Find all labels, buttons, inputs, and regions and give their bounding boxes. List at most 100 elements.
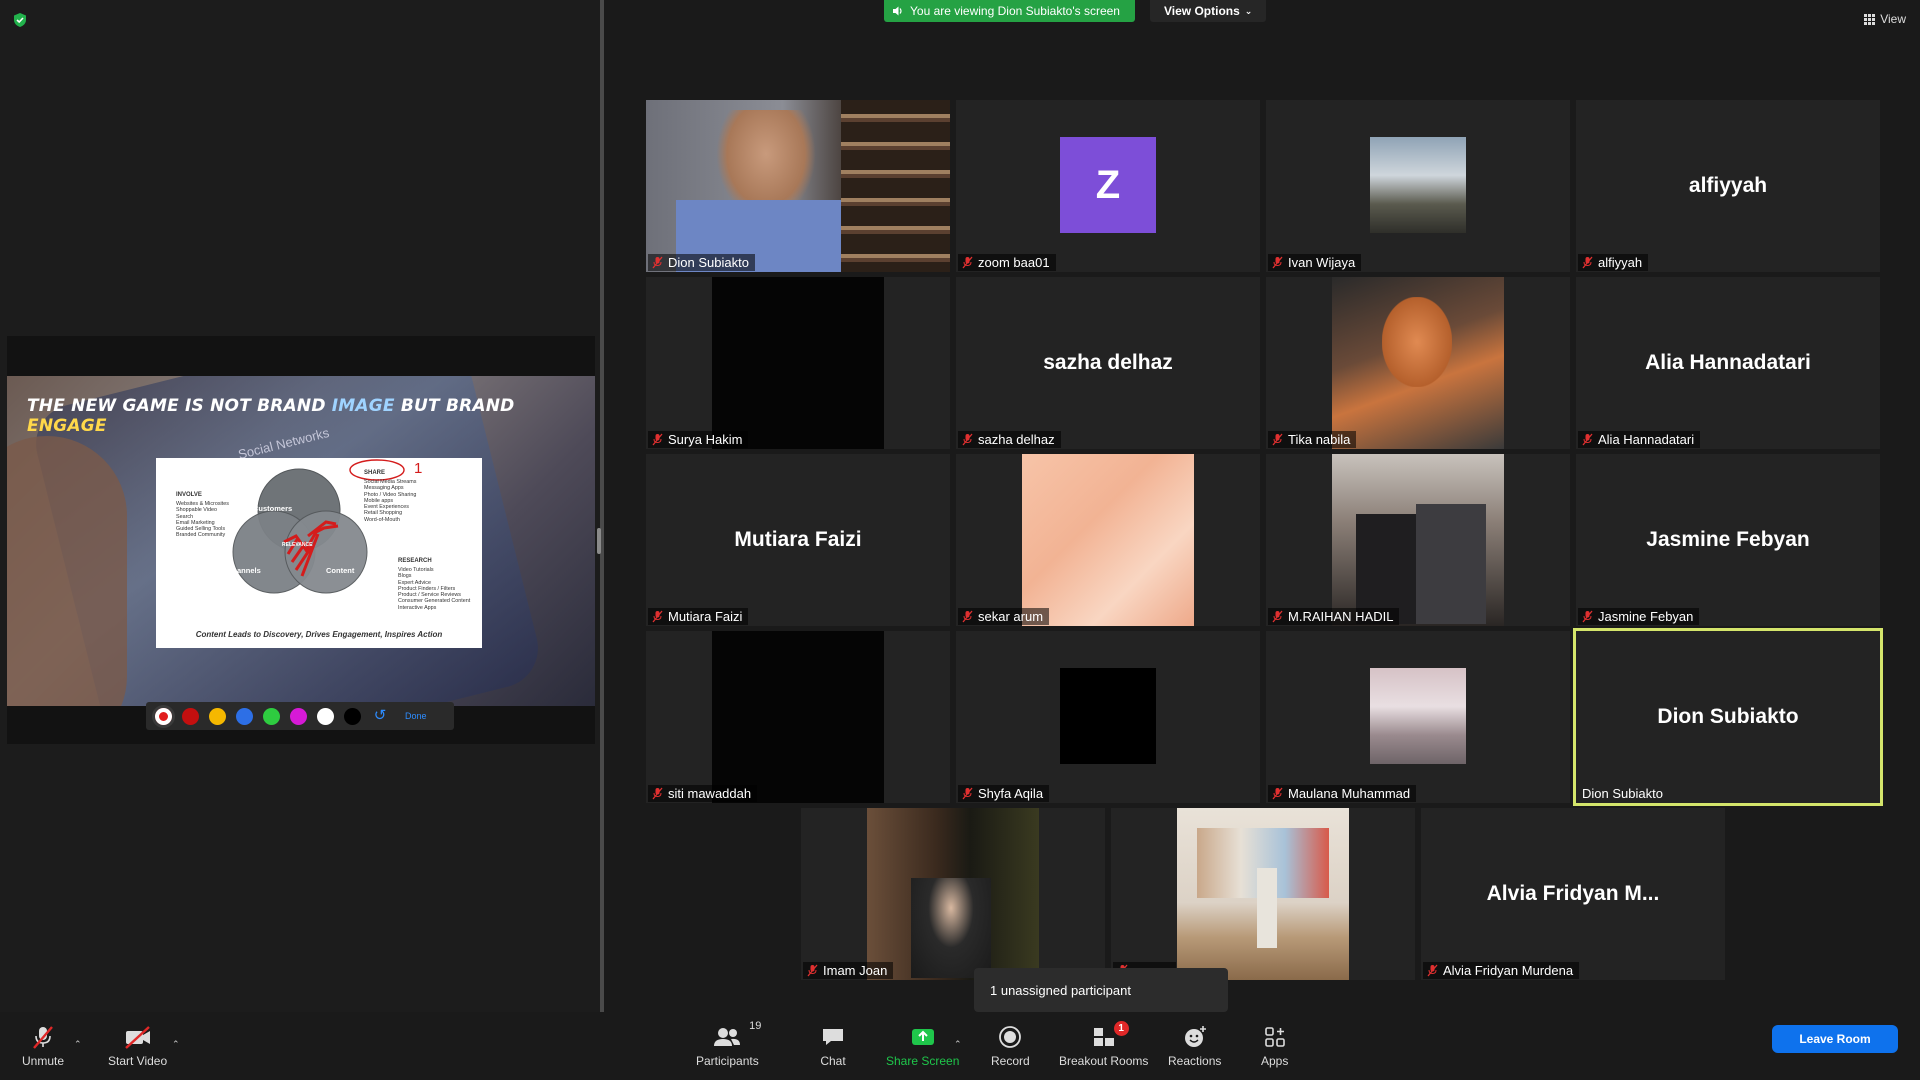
- view-options-dropdown[interactable]: View Options ⌄: [1150, 0, 1267, 22]
- chat-button[interactable]: Chat: [820, 1024, 846, 1068]
- color-darkred[interactable]: [182, 707, 199, 725]
- reactions-button[interactable]: Reactions: [1168, 1024, 1221, 1068]
- breakout-rooms-label: Breakout Rooms: [1059, 1054, 1149, 1068]
- viewing-screen-banner: You are viewing Dion Subiakto's screen: [884, 0, 1135, 22]
- participant-tile[interactable]: Dion Subiakto: [646, 100, 950, 272]
- bookshelf: [841, 100, 950, 272]
- participant-display-name: Alia Hannadatari: [1645, 351, 1811, 374]
- participant-name-tag: sekar arum: [958, 608, 1050, 625]
- participant-name: zoom baa01: [978, 255, 1050, 270]
- start-video-button[interactable]: Start Video: [108, 1024, 167, 1068]
- leave-room-button[interactable]: Leave Room: [1772, 1025, 1898, 1053]
- participant-name: siti mawaddah: [668, 786, 752, 801]
- chevron-down-icon: ⌄: [1244, 5, 1253, 16]
- breakout-rooms-button[interactable]: 1 Breakout Rooms: [1059, 1021, 1149, 1068]
- color-green[interactable]: [263, 707, 280, 725]
- color-white[interactable]: [317, 707, 334, 725]
- participant-tile[interactable]: sekar arum: [956, 454, 1260, 626]
- participant-name: sekar arum: [978, 609, 1044, 624]
- annotation-done-button[interactable]: Done: [405, 711, 427, 721]
- microphone-muted-icon: [1582, 256, 1593, 269]
- participant-figure: [911, 878, 991, 978]
- microphone-muted-icon: [652, 433, 663, 446]
- color-red-selected[interactable]: [155, 707, 172, 725]
- participant-display-name: Jasmine Febyan: [1646, 528, 1810, 551]
- involve-heading: INVOLVE: [176, 492, 202, 498]
- participant-tile[interactable]: Surya Hakim: [646, 277, 950, 449]
- breakout-rooms-badge: 1: [1113, 1021, 1129, 1036]
- record-button[interactable]: Record: [991, 1024, 1030, 1068]
- participant-tile[interactable]: Tika nabila: [1266, 277, 1570, 449]
- unassigned-participant-tooltip: 1 unassigned participant: [974, 968, 1228, 1020]
- participant-name: Imam Joan: [823, 963, 888, 978]
- participant-name: Shyfa Aqila: [978, 786, 1044, 801]
- share-heading: SHARE: [364, 470, 386, 476]
- chat-icon: [823, 1029, 843, 1045]
- participant-tile[interactable]: siti mawaddah: [646, 631, 950, 803]
- participant-tile[interactable]: M.RAIHAN HADIL: [1266, 454, 1570, 626]
- unmute-button[interactable]: Unmute: [22, 1024, 64, 1068]
- audio-options-caret[interactable]: ⌃: [74, 1039, 82, 1050]
- participant-name: Dion Subiakto: [1582, 786, 1663, 801]
- color-yellow[interactable]: [209, 707, 226, 725]
- participant-name-tag: M.RAIHAN HADIL: [1268, 608, 1400, 625]
- split-divider-handle[interactable]: [597, 528, 601, 554]
- microphone-muted-icon: [33, 1026, 53, 1049]
- participant-tile[interactable]: Shyfa Aqila: [956, 631, 1260, 803]
- participant-tile[interactable]: Ivan Wijaya: [1266, 100, 1570, 272]
- participant-tile[interactable]: Dion Subiakto Dion Subiakto: [1573, 628, 1883, 806]
- participant-tile[interactable]: Zzoom baa01: [956, 100, 1260, 272]
- participant-photo: [1370, 668, 1466, 764]
- participant-name: sazha delhaz: [978, 432, 1055, 447]
- participant-name-tag: Ivan Wijaya: [1268, 254, 1362, 271]
- participant-display-name: Dion Subiakto: [1657, 705, 1799, 728]
- share-screen-button[interactable]: Share Screen: [886, 1024, 959, 1068]
- participant-tile[interactable]: ngrum: [1111, 808, 1415, 980]
- venn-diagram-card: Customers Channels Content RELEVANCE INV…: [156, 458, 482, 648]
- split-divider[interactable]: [600, 0, 604, 1028]
- share-screen-label: Share Screen: [886, 1054, 960, 1068]
- microphone-muted-icon: [1582, 433, 1593, 446]
- participant-name: M.RAIHAN HADIL: [1288, 609, 1394, 624]
- participant-name-tag: Maulana Muhammad: [1268, 785, 1417, 802]
- slide-title-highlight-engage: ENGAGE: [27, 416, 107, 436]
- participant-tile[interactable]: sazha delhaz sazha delhaz: [956, 277, 1260, 449]
- microphone-muted-icon: [962, 433, 973, 446]
- participant-tile[interactable]: Alvia Fridyan M... Alvia Fridyan Murdena: [1421, 808, 1725, 980]
- participant-tile[interactable]: Maulana Muhammad: [1266, 631, 1570, 803]
- participant-name: Ivan Wijaya: [1288, 255, 1356, 270]
- color-black[interactable]: [344, 707, 361, 725]
- share-options-caret[interactable]: ⌃: [954, 1039, 962, 1050]
- annotation-toolbar: ↺ Done: [146, 702, 454, 730]
- participant-tile[interactable]: Imam Joan: [801, 808, 1105, 980]
- undo-icon[interactable]: ↺: [371, 707, 389, 725]
- person-right: [1416, 504, 1486, 624]
- grid-icon: [1864, 13, 1876, 25]
- participant-name: Tika nabila: [1288, 432, 1351, 447]
- involve-list: Websites & Microsites Shoppable Video Se…: [176, 501, 229, 539]
- participant-tile[interactable]: Alia Hannadatari Alia Hannadatari: [1576, 277, 1880, 449]
- participants-label: Participants: [696, 1054, 759, 1068]
- participant-photo: [1370, 137, 1466, 233]
- participants-button[interactable]: 19 Participants: [696, 1020, 761, 1068]
- meeting-toolbar: Unmute ⌃ Start Video ⌃ 19 Participants C…: [0, 1012, 1920, 1080]
- microphone-muted-icon: [1582, 610, 1593, 623]
- apps-button[interactable]: Apps: [1261, 1024, 1288, 1068]
- participant-tile[interactable]: alfiyyah alfiyyah: [1576, 100, 1880, 272]
- breakout-rooms-icon: [1093, 1028, 1114, 1046]
- participant-tile[interactable]: Jasmine Febyan Jasmine Febyan: [1576, 454, 1880, 626]
- research-heading: RESEARCH: [398, 558, 432, 564]
- participant-name: Surya Hakim: [668, 432, 743, 447]
- view-layout-button[interactable]: View: [1864, 12, 1906, 26]
- shared-screen-frame: Social Networks THE NEW GAME IS NOT BRAN…: [7, 336, 595, 744]
- microphone-muted-icon: [1272, 256, 1283, 269]
- slide-background-hand: [7, 436, 127, 706]
- participant-tile[interactable]: Mutiara Faizi Mutiara Faizi: [646, 454, 950, 626]
- venn-label-content: Content: [326, 566, 355, 575]
- color-magenta[interactable]: [290, 707, 307, 725]
- microphone-muted-icon: [962, 787, 973, 800]
- video-options-caret[interactable]: ⌃: [172, 1039, 180, 1050]
- color-blue[interactable]: [236, 707, 253, 725]
- venn-label-center: RELEVANCE: [282, 542, 313, 548]
- microphone-muted-icon: [652, 787, 663, 800]
